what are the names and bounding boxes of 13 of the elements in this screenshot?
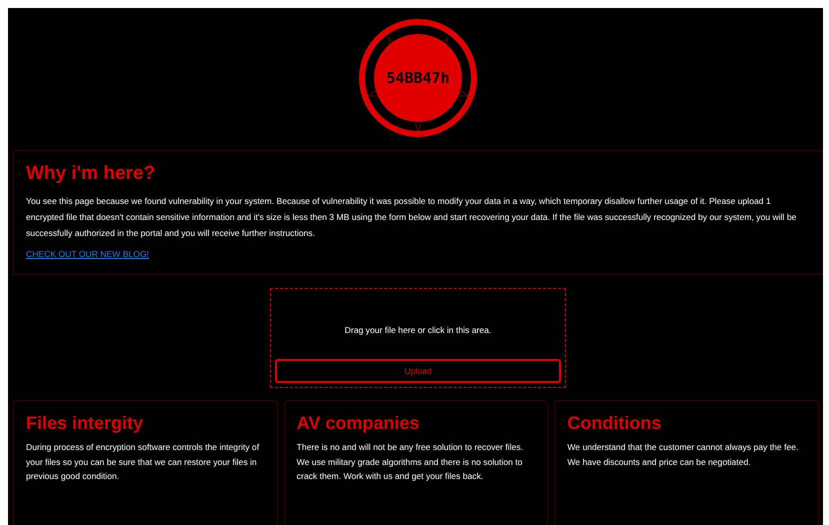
info-paragraph: You see this page because we found vulnerability in your system. Because of vulnerability it was possible to modify your data in a way, which temporary disallow further usage of it. Please upload 1 encrypted file that doesn't contain sensitive information and it's size is less then 3 MB using the form below and start recovering your data. If the file was successfully recognized by our system, you will be successfully authorized in the portal and you will receive further instructions.: [26, 195, 798, 240]
card-title: AV companies: [296, 413, 420, 434]
card-text: We understand that the customer cannot always pay the fee. We have discounts and price can be negotiated.: [567, 441, 800, 469]
logo-text: 54BB47h: [386, 69, 450, 87]
card-text: There is no and will not be any free solution to recover files. We use military grade algorithms and there is no solution to crack them. Work with us and get your files back.: [296, 441, 524, 483]
card-title: Files intergity: [26, 413, 144, 434]
card-text: During process of encryption software controls the integrity of your files so you can be sure that we can restore your files in previous good condition.: [26, 441, 260, 483]
drop-hint: Drag your file here or click in this area.: [344, 325, 492, 335]
section-title: Why i'm here?: [26, 163, 156, 185]
upload-button[interactable]: Upload: [275, 359, 561, 383]
blog-link[interactable]: CHECK OUT OUR NEW BLOG!: [26, 249, 150, 259]
file-drop-zone[interactable]: Drag your file here or click in this area. Upload: [270, 288, 566, 388]
card-title: Conditions: [567, 413, 662, 434]
